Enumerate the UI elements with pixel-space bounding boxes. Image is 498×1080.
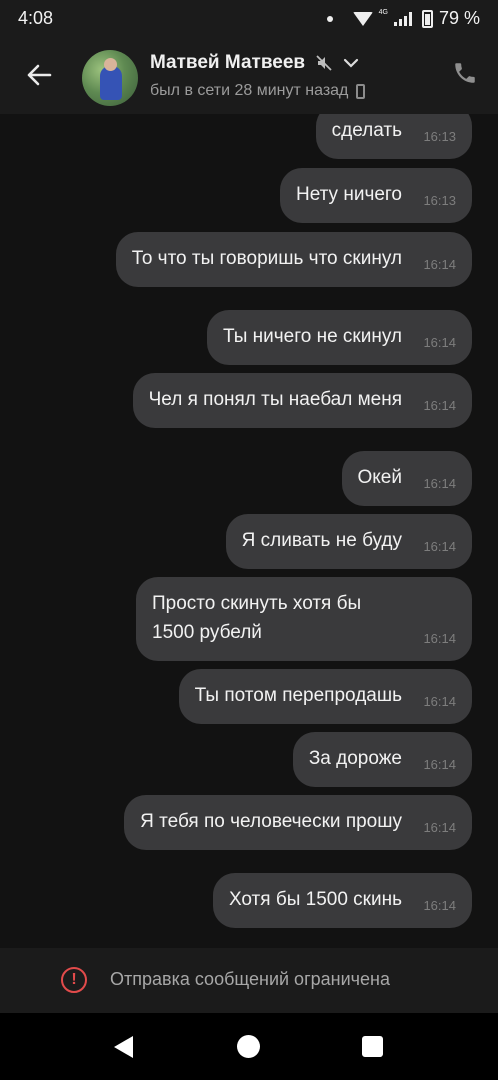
message-text: Чел я понял ты наебал меня	[148, 389, 402, 410]
contact-name: Матвей Матвеев	[150, 52, 306, 73]
message-text: Окей	[357, 467, 403, 488]
message-text: Ты ничего не скинул	[222, 326, 402, 347]
message-text: То что ты говоришь что скинул	[131, 248, 402, 269]
message-bubble[interactable]: Нету ничего 16:13	[279, 168, 472, 223]
message-time: 16:13	[423, 129, 456, 144]
message-bubble[interactable]: То что ты говоришь что скинул 16:14	[115, 232, 472, 287]
message-bubble[interactable]: Окей 16:14	[341, 451, 472, 506]
contact-name-row[interactable]: Матвей Матвеев	[150, 52, 359, 74]
message-bubble[interactable]: сделать 16:13	[315, 114, 472, 159]
status-icons: 4G 79 %	[326, 8, 480, 29]
message-text: Нету ничего	[295, 184, 402, 205]
message-time: 16:14	[423, 757, 456, 772]
nav-home-icon[interactable]	[237, 1035, 260, 1058]
message-text: Просто скинуть хотя бы 1500 рубелй	[152, 593, 362, 643]
mobile-device-icon	[356, 83, 366, 99]
message-text: Я тебя по человечески прошу	[140, 811, 402, 832]
message-time: 16:13	[423, 193, 456, 208]
notification-dot-icon	[326, 15, 333, 22]
message-text: За дороже	[308, 748, 402, 769]
back-arrow-icon[interactable]	[24, 60, 54, 90]
message-bubble[interactable]: Чел я понял ты наебал меня 16:14	[132, 373, 472, 428]
message-bubble[interactable]: Просто скинуть хотя бы 1500 рубелй 16:14	[136, 577, 472, 661]
battery-level: 79 %	[438, 8, 480, 28]
mute-icon	[316, 55, 332, 71]
phone-call-icon[interactable]	[452, 60, 478, 86]
status-bar: 4:08 4G 79 %	[0, 0, 498, 38]
restriction-text: Отправка сообщений ограничена	[110, 969, 390, 989]
message-bubble[interactable]: Я тебя по человечески прошу 16:14	[124, 795, 472, 850]
message-time: 16:14	[423, 631, 456, 646]
nav-back-icon[interactable]	[114, 1036, 133, 1058]
message-bubble[interactable]: Я сливать не буду 16:14	[225, 514, 472, 569]
status-time: 4:08	[18, 8, 54, 28]
message-time: 16:14	[423, 398, 456, 413]
restriction-banner: ! Отправка сообщений ограничена	[0, 948, 498, 1013]
message-bubble[interactable]: За дороже 16:14	[292, 732, 472, 787]
message-list[interactable]: сделать 16:13 Нету ничего 16:13 То что т…	[0, 114, 498, 948]
message-text: Я сливать не буду	[241, 530, 402, 551]
network-type: 4G	[378, 9, 388, 16]
battery-icon	[421, 9, 433, 28]
message-time: 16:14	[423, 539, 456, 554]
system-navigation-bar	[0, 1013, 498, 1080]
last-seen-text: был в сети 28 минут назад	[150, 82, 349, 99]
message-time: 16:14	[423, 694, 456, 709]
alert-circle-icon: !	[61, 967, 87, 993]
message-bubble[interactable]: Ты ничего не скинул 16:14	[206, 310, 472, 365]
message-bubble[interactable]: Ты потом перепродашь 16:14	[178, 669, 472, 724]
message-time: 16:14	[423, 476, 456, 491]
message-text: сделать	[331, 120, 402, 141]
message-time: 16:14	[423, 898, 456, 913]
avatar[interactable]	[82, 50, 138, 106]
message-text: Ты потом перепродашь	[194, 685, 402, 706]
chat-header: Матвей Матвеев был в сети 28 минут назад	[0, 38, 498, 114]
last-seen-row: был в сети 28 минут назад	[150, 82, 366, 100]
message-bubble[interactable]: Хотя бы 1500 скинь 16:14	[212, 873, 472, 928]
message-text: Хотя бы 1500 скинь	[228, 889, 402, 910]
nav-recents-icon[interactable]	[362, 1036, 383, 1057]
message-time: 16:14	[423, 335, 456, 350]
message-time: 16:14	[423, 820, 456, 835]
signal-icon	[393, 11, 412, 26]
chevron-down-icon[interactable]	[343, 57, 359, 69]
wifi-icon	[352, 11, 373, 26]
message-time: 16:14	[423, 257, 456, 272]
